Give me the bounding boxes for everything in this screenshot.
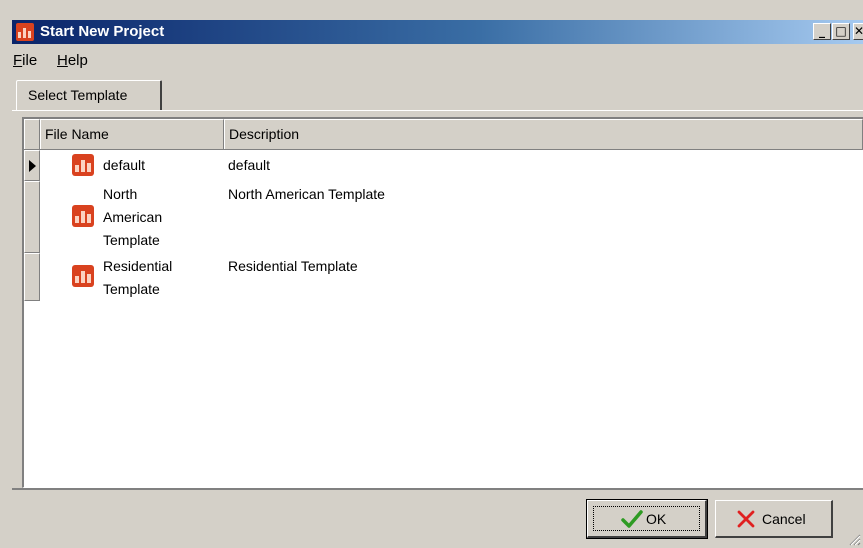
resize-grip-icon[interactable] <box>847 532 861 546</box>
title-bar[interactable]: Start New Project _ □ ✕ <box>12 20 863 44</box>
file-name-cell: North American Template <box>103 186 163 248</box>
minimize-button[interactable]: _ <box>813 23 831 40</box>
template-icon <box>72 265 94 287</box>
description-cell: North American Template <box>228 186 385 202</box>
row-header-corner <box>24 119 40 149</box>
menu-file[interactable]: File <box>13 52 37 69</box>
cancel-button[interactable]: Cancel <box>715 500 833 538</box>
close-icon: ✕ <box>854 24 863 38</box>
file-name-cell: Residential Template <box>103 258 173 297</box>
minimize-icon: _ <box>819 24 825 38</box>
cancel-label: Cancel <box>762 511 806 527</box>
template-icon <box>72 154 94 176</box>
checkmark-icon <box>621 510 643 528</box>
ok-label: OK <box>646 511 667 527</box>
column-header-description[interactable]: Description <box>224 119 863 149</box>
row-selector[interactable] <box>24 181 40 253</box>
maximize-button[interactable]: □ <box>832 23 850 40</box>
ok-button[interactable]: OK <box>586 499 708 539</box>
row-selector[interactable] <box>24 253 40 301</box>
file-name-cell: default <box>103 157 146 173</box>
tab-select-template[interactable]: Select Template <box>16 80 162 110</box>
close-button[interactable]: ✕ <box>853 23 863 40</box>
template-icon <box>72 205 94 227</box>
app-icon <box>16 23 34 41</box>
window-title: Start New Project <box>40 23 165 40</box>
template-grid[interactable]: File Name Description default default No… <box>22 117 863 488</box>
menu-bar: File Help <box>12 50 863 72</box>
menu-help[interactable]: Help <box>57 52 88 69</box>
tab-divider <box>12 110 863 111</box>
description-cell: default <box>228 157 271 173</box>
bottom-divider <box>12 488 863 490</box>
tab-label: Select Template <box>28 87 128 103</box>
column-header-file-name[interactable]: File Name <box>40 119 224 149</box>
maximize-icon: □ <box>835 24 847 38</box>
grid-header: File Name Description <box>24 119 863 150</box>
row-selector[interactable] <box>24 150 40 181</box>
description-cell: Residential Template <box>228 258 358 274</box>
start-new-project-window: Start New Project _ □ ✕ File Help Select… <box>0 0 863 548</box>
x-icon <box>737 510 755 528</box>
current-row-arrow-icon <box>29 160 36 172</box>
